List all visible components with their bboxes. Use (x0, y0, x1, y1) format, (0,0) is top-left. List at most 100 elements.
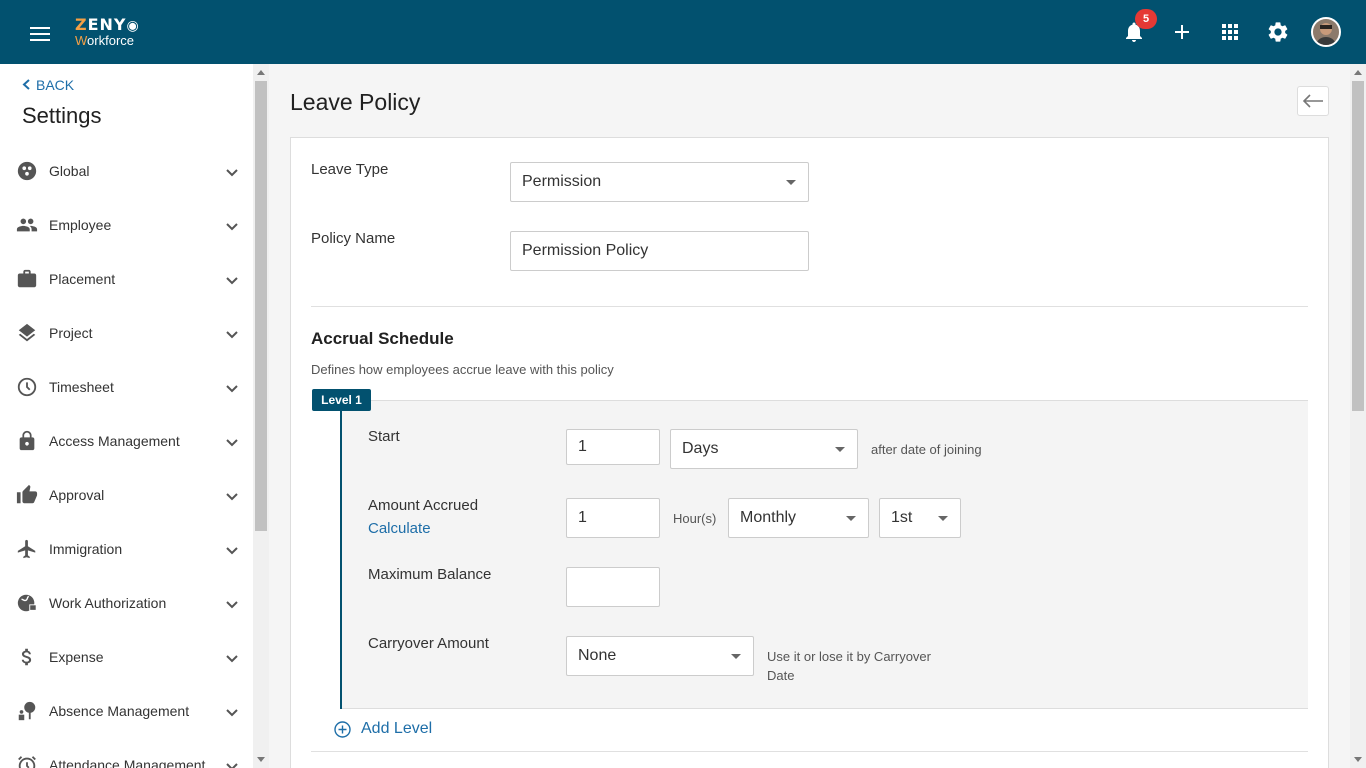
chevron-left-icon (22, 79, 30, 90)
top-app-bar: ZENY◉ Workforce 5 (0, 0, 1366, 64)
sidebar-item-placement[interactable]: Placement (0, 252, 253, 306)
sidebar-item-label: Absence Management (49, 703, 190, 719)
chevron-down-icon (226, 547, 238, 555)
main-scrollbar[interactable] (1350, 64, 1366, 768)
back-arrow-button[interactable] (1297, 86, 1329, 116)
scroll-up-icon[interactable] (257, 70, 265, 75)
accrual-schedule-description: Defines how employees accrue leave with … (311, 362, 614, 377)
policy-name-input[interactable]: Permission Policy (510, 231, 809, 271)
scroll-down-icon[interactable] (257, 757, 265, 762)
start-value: 1 (578, 438, 587, 455)
policy-name-value: Permission Policy (522, 242, 649, 259)
accrual-schedule-title: Accrual Schedule (311, 329, 454, 348)
start-unit-value: Days (682, 440, 719, 457)
policy-name-label: Policy Name (311, 230, 396, 247)
level-tag: Level 1 (312, 389, 371, 411)
chevron-down-icon (226, 223, 238, 231)
logo-accent-letter: Z (75, 15, 88, 34)
day-select[interactable]: 1st (879, 498, 961, 538)
sidebar-item-global[interactable]: Global (0, 144, 253, 198)
chevron-down-icon (226, 439, 238, 447)
frequency-value: Monthly (740, 509, 797, 526)
back-link[interactable]: BACK (22, 77, 74, 93)
sidebar-item-label: Global (49, 163, 90, 179)
sidebar-item-label: Attendance Management (49, 757, 206, 768)
amount-unit-text: Hour(s) (673, 511, 717, 526)
sidebar-item-label: Immigration (49, 541, 123, 557)
sidebar-item-attendance-management[interactable]: Attendance Management (0, 738, 253, 768)
chevron-down-icon (226, 709, 238, 717)
dollar-icon (21, 648, 32, 666)
main-scroll-thumb[interactable] (1352, 81, 1364, 411)
globe-lock-icon (17, 594, 37, 612)
thumbs-up-icon (16, 484, 38, 504)
app-logo[interactable]: ZENY◉ Workforce (75, 15, 140, 48)
sidebar-scrollbar[interactable] (253, 64, 269, 768)
leave-type-label: Leave Type (311, 161, 389, 178)
amount-accrued-label: Amount Accrued (368, 497, 479, 514)
briefcase-icon (17, 269, 37, 288)
add-level-button[interactable]: Add Level (334, 720, 432, 738)
sidebar-item-immigration[interactable]: Immigration (0, 522, 253, 576)
settings-sidebar: BACK Settings Global Employee Placement … (0, 64, 253, 768)
caret-down-icon (786, 180, 796, 185)
sidebar-item-expense[interactable]: Expense (0, 630, 253, 684)
gear-icon[interactable] (1266, 20, 1290, 44)
carryover-value: None (578, 647, 617, 664)
chevron-down-icon (226, 655, 238, 663)
maximum-balance-label: Maximum Balance (368, 566, 492, 583)
leave-type-value: Permission (522, 173, 602, 190)
sidebar-item-label: Placement (49, 271, 116, 287)
carryover-select[interactable]: None (566, 636, 754, 676)
alarm-clock-icon (18, 756, 36, 768)
sidebar-item-label: Approval (49, 487, 105, 503)
lock-icon (19, 430, 35, 451)
scroll-up-icon[interactable] (1354, 70, 1362, 75)
day-value: 1st (891, 509, 913, 526)
sidebar-item-timesheet[interactable]: Timesheet (0, 360, 253, 414)
person-tree-icon (18, 701, 36, 721)
chevron-down-icon (226, 601, 238, 609)
user-avatar[interactable] (1311, 17, 1341, 47)
back-label: BACK (36, 77, 75, 93)
notification-badge: 5 (1135, 9, 1157, 29)
frequency-select[interactable]: Monthly (728, 498, 869, 538)
add-circle-icon (334, 720, 351, 738)
sidebar-item-label: Employee (49, 217, 112, 233)
sidebar-item-label: Timesheet (49, 379, 114, 395)
chevron-down-icon (226, 277, 238, 285)
sidebar-item-employee[interactable]: Employee (0, 198, 253, 252)
add-level-label: Add Level (361, 720, 433, 737)
sidebar-item-absence-management[interactable]: Absence Management (0, 684, 253, 738)
people-icon (16, 218, 38, 232)
sidebar-item-work-authorization[interactable]: Work Authorization (0, 576, 253, 630)
sidebar-item-project[interactable]: Project (0, 306, 253, 360)
start-label: Start (368, 428, 400, 445)
caret-down-icon (938, 516, 948, 521)
maximum-balance-input[interactable] (566, 567, 660, 607)
carryover-note-line2: Date (767, 668, 795, 683)
divider (311, 751, 1308, 752)
menu-icon[interactable] (30, 27, 50, 41)
level-indicator-line (340, 400, 342, 709)
apps-grid-icon[interactable] (1218, 20, 1242, 44)
calculate-link[interactable]: Calculate (368, 520, 431, 537)
sidebar-item-approval[interactable]: Approval (0, 468, 253, 522)
scroll-down-icon[interactable] (1354, 757, 1362, 762)
chevron-down-icon (226, 385, 238, 393)
carryover-amount-label: Carryover Amount (368, 635, 489, 652)
leave-type-select[interactable]: Permission (510, 162, 809, 202)
caret-down-icon (846, 516, 856, 521)
arrow-left-icon (1302, 94, 1323, 108)
start-value-input[interactable]: 1 (566, 429, 660, 465)
sidebar-title: Settings (22, 103, 102, 128)
sidebar-item-access-management[interactable]: Access Management (0, 414, 253, 468)
chevron-down-icon (226, 763, 238, 768)
sidebar-scroll-thumb[interactable] (255, 81, 267, 531)
logo-text-top: ENY (87, 15, 127, 34)
chevron-down-icon (226, 493, 238, 501)
amount-accrued-value: 1 (578, 509, 587, 526)
plus-icon[interactable] (1170, 20, 1194, 44)
start-unit-select[interactable]: Days (670, 429, 858, 469)
amount-accrued-input[interactable]: 1 (566, 498, 660, 538)
